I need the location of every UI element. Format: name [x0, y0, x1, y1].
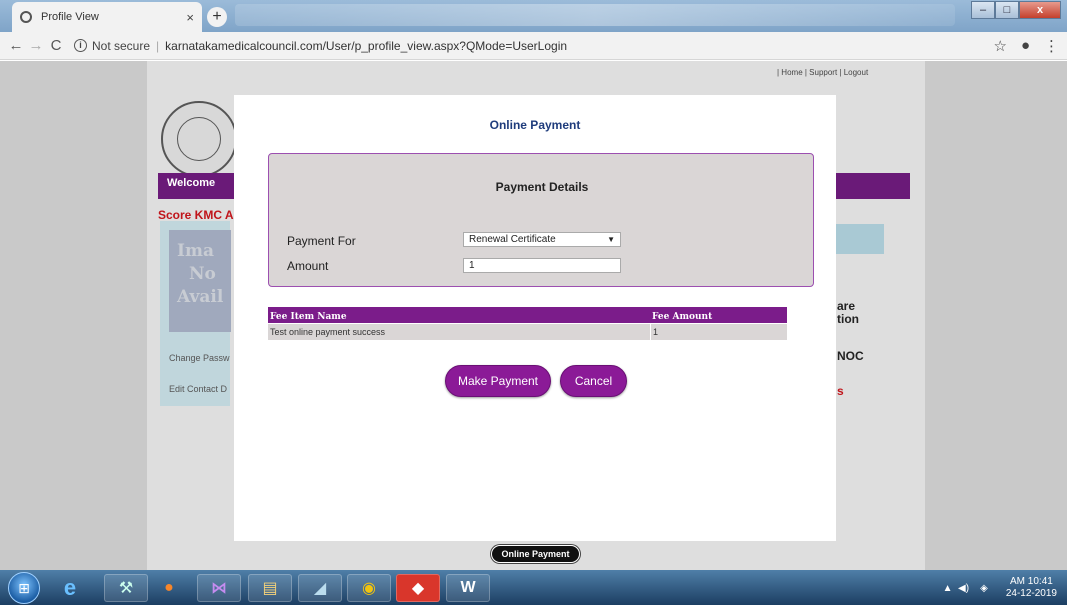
modal-title: Online Payment — [489, 118, 581, 132]
fee-table: Fee Item Name Fee Amount Test online pay… — [268, 307, 787, 340]
image-not-available: Ima No Avail — [169, 230, 231, 332]
payment-for-value: Renewal Certificate — [469, 234, 556, 245]
right-text-noc: NOC — [837, 349, 864, 363]
clock[interactable]: AM 10:41 24-12-2019 — [1006, 576, 1057, 600]
info-icon[interactable]: i — [74, 39, 87, 52]
right-text-2: tion — [837, 312, 859, 326]
online-payment-pill[interactable]: Online Payment — [491, 545, 580, 563]
tools-icon[interactable]: ⚒ — [104, 574, 148, 602]
cancel-button[interactable]: Cancel — [560, 365, 627, 397]
ie-icon[interactable]: e — [48, 574, 92, 602]
window-controls: – □ x — [971, 1, 1061, 19]
clock-time: AM 10:41 — [1010, 576, 1053, 587]
fee-item-name-cell: Test online payment success — [270, 327, 386, 337]
right-text-1: are — [837, 299, 856, 313]
clock-date: 24-12-2019 — [1005, 588, 1057, 599]
table-row: Test online payment success 1 — [268, 323, 787, 340]
tray-icons[interactable]: ▲ ◀) ◈ — [943, 583, 988, 594]
online-payment-modal: Online Payment Payment Details Payment F… — [234, 95, 836, 541]
minimize-button[interactable]: – — [971, 1, 995, 19]
fee-item-name-header: Fee Item Name — [270, 312, 347, 322]
top-links[interactable]: | Home | Support | Logout — [777, 68, 868, 77]
url-box[interactable]: i Not secure | karnatakamedicalcouncil.c… — [74, 39, 567, 53]
file-explorer-icon[interactable]: ▤ — [248, 574, 292, 602]
right-panel-header — [836, 224, 884, 254]
change-password-link[interactable]: Change Passw — [169, 353, 230, 363]
fee-amount-header: Fee Amount — [652, 312, 713, 322]
back-icon[interactable]: ← — [6, 37, 26, 54]
new-tab-button[interactable]: + — [207, 7, 227, 27]
profile-icon[interactable]: ● — [1021, 37, 1030, 54]
make-payment-button[interactable]: Make Payment — [445, 365, 551, 397]
council-logo — [161, 101, 237, 177]
bookmark-star-icon[interactable]: ☆ — [993, 37, 1006, 55]
not-secure-label: Not secure — [92, 38, 151, 53]
score-kmc-heading: Score KMC A — [158, 208, 234, 222]
edit-contact-link[interactable]: Edit Contact D — [169, 384, 227, 394]
tab-profile-view[interactable]: Profile View × — [12, 2, 202, 32]
fee-table-header: Fee Item Name Fee Amount — [268, 307, 787, 323]
payment-details-title: Payment Details — [495, 180, 589, 194]
anydesk-icon[interactable]: ◆ — [396, 574, 440, 602]
right-text-red: s — [837, 384, 844, 398]
close-window-button[interactable]: x — [1019, 1, 1061, 19]
visual-studio-icon[interactable]: ⋈ — [197, 574, 241, 602]
url-separator: | — [156, 38, 160, 53]
taskbar: ⊞ e ⚒ ● ⋈ ▤ ◢ ◉ ◆ W ▲ ◀) ◈ AM 10:41 24-1… — [0, 570, 1067, 605]
address-bar-actions: ☆ ● ⋮ — [979, 37, 1059, 55]
url-text[interactable]: karnatakamedicalcouncil.com/User/p_profi… — [165, 39, 567, 53]
fee-amount-cell: 1 — [650, 324, 787, 340]
tab-close-icon[interactable]: × — [186, 10, 194, 25]
forward-icon[interactable]: → — [26, 37, 46, 54]
maximize-button[interactable]: □ — [995, 1, 1019, 19]
word-icon[interactable]: W — [446, 574, 490, 602]
welcome-text: Welcome — [167, 177, 216, 189]
address-bar: ← → C i Not secure | karnatakamedicalcou… — [0, 32, 1067, 60]
system-tray: ▲ ◀) ◈ AM 10:41 24-12-2019 — [943, 576, 1057, 600]
payment-for-select[interactable]: Renewal Certificate ▼ — [463, 232, 621, 247]
background-windows — [235, 4, 955, 26]
tab-title: Profile View — [41, 11, 99, 23]
reload-icon[interactable]: C — [46, 37, 66, 54]
payment-details-panel: Payment Details Payment For Renewal Cert… — [268, 153, 814, 287]
firefox-icon[interactable]: ● — [147, 574, 191, 602]
start-button-icon[interactable]: ⊞ — [8, 572, 40, 604]
chrome-icon[interactable]: ◉ — [347, 574, 391, 602]
amount-input[interactable]: 1 — [463, 258, 621, 273]
payment-for-label: Payment For — [287, 234, 356, 248]
amount-label: Amount — [287, 259, 329, 273]
app-icon[interactable]: ◢ — [298, 574, 342, 602]
globe-icon — [20, 11, 32, 23]
browser-tab-bar: Profile View × + – □ x — [0, 0, 1067, 32]
menu-icon[interactable]: ⋮ — [1044, 37, 1059, 55]
chevron-down-icon: ▼ — [607, 235, 615, 244]
